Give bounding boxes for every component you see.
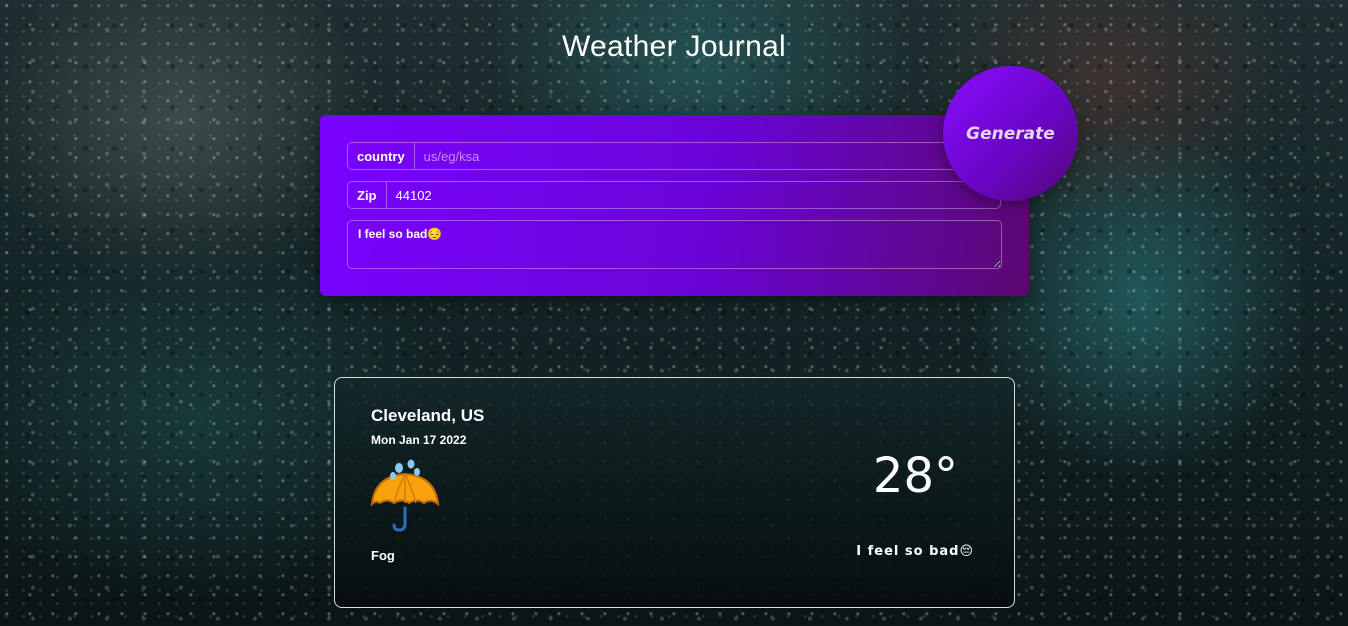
zip-field: Zip (347, 181, 1001, 209)
umbrella-rain-icon (370, 459, 440, 532)
entry-feelings: I feel so bad😔 (856, 544, 974, 559)
page-title: Weather Journal (561, 30, 787, 63)
zip-label: Zip (348, 182, 387, 208)
country-label: country (348, 143, 415, 169)
entry-condition: Fog (371, 548, 395, 563)
country-input[interactable] (414, 143, 1000, 169)
entry-city: Cleveland, US (371, 406, 485, 425)
journal-entry-card: Cleveland, US Mon Jan 17 2022 Fog 28° I … (334, 377, 1015, 608)
entry-temperature: 28° (872, 448, 958, 504)
feelings-textarea[interactable]: I feel so bad😔 (347, 220, 1002, 269)
entry-form: country Zip I feel so bad😔 (320, 115, 1029, 296)
country-field: country (347, 142, 1001, 170)
entry-date: Mon Jan 17 2022 (371, 433, 467, 447)
zip-input[interactable] (386, 182, 1000, 208)
generate-button[interactable]: Generate (943, 66, 1078, 201)
